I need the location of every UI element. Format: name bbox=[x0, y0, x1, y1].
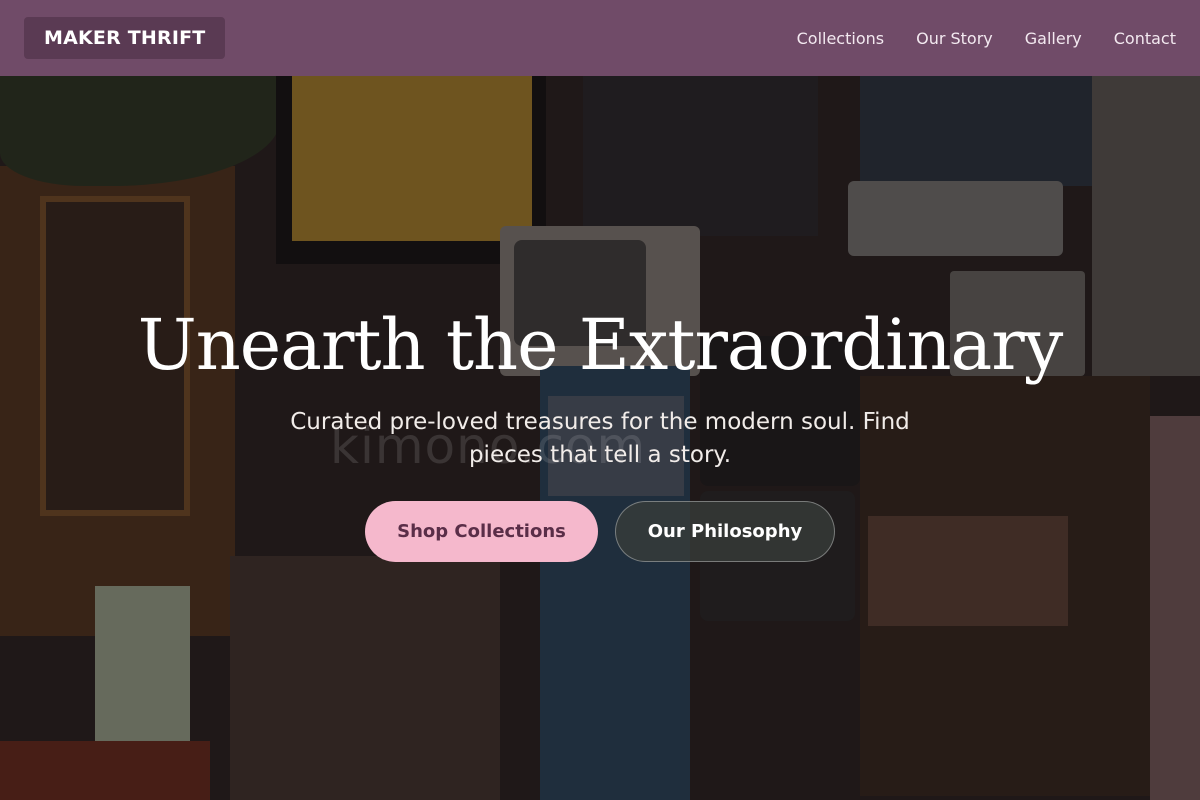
our-philosophy-button[interactable]: Our Philosophy bbox=[615, 501, 835, 562]
site-logo[interactable]: MAKER THRIFT bbox=[24, 17, 226, 59]
hero-buttons: Shop Collections Our Philosophy bbox=[0, 501, 1200, 562]
shop-collections-button[interactable]: Shop Collections bbox=[365, 501, 598, 562]
hero-subtitle: Curated pre-loved treasures for the mode… bbox=[290, 409, 910, 468]
nav-link-our-story[interactable]: Our Story bbox=[916, 29, 993, 48]
nav-link-gallery[interactable]: Gallery bbox=[1025, 29, 1082, 48]
hero-title: Unearth the Extraordinary bbox=[137, 304, 1064, 386]
hero-section: kimono.com Unearth the Extraordinary Cur… bbox=[0, 76, 1200, 800]
site-header: MAKER THRIFT Collections Our Story Galle… bbox=[0, 0, 1200, 76]
nav-link-collections[interactable]: Collections bbox=[797, 29, 884, 48]
nav-link-contact[interactable]: Contact bbox=[1114, 29, 1176, 48]
main-nav: Collections Our Story Gallery Contact bbox=[797, 29, 1176, 48]
